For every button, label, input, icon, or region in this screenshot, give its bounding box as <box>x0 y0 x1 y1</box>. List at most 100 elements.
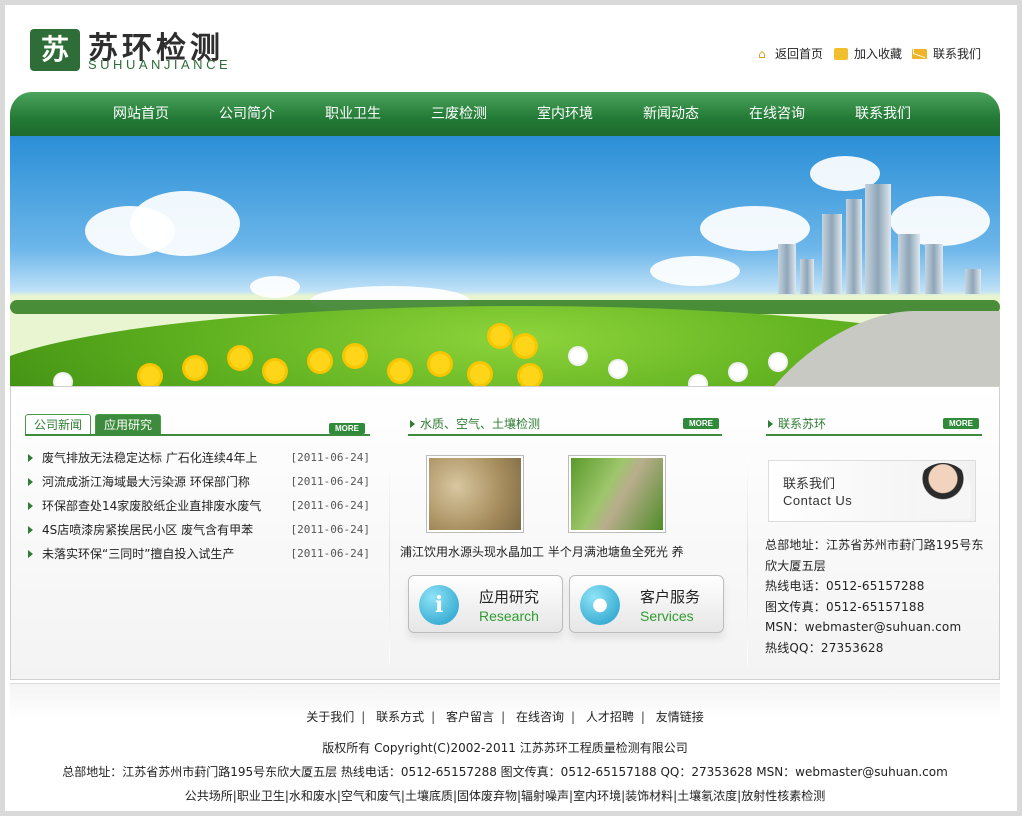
testing-section-title: 水质、空气、土壤检测 <box>408 414 722 436</box>
building <box>846 199 862 294</box>
nav-item-consulting[interactable]: 在线咨询 <box>724 92 830 136</box>
news-date: [2011-06-24] <box>290 475 370 488</box>
list-item[interactable]: 河流成浙江海域最大污染源 环保部门称 [2011-06-24] <box>25 470 370 494</box>
flower <box>230 348 250 368</box>
tab-applied-research[interactable]: 应用研究 <box>95 414 162 434</box>
news-section: 公司新闻 应用研究 MORE 废气排放无法稳定达标 广石化连续4年上 [2011… <box>25 414 370 566</box>
news-title: 未落实环保“三同时”擅自投入试生产 <box>25 542 234 566</box>
footer-link-friends[interactable]: 友情链接 <box>656 710 704 724</box>
services-button[interactable]: ● 客户服务 Services <box>569 575 724 633</box>
list-item[interactable]: 废气排放无法稳定达标 广石化连续4年上 [2011-06-24] <box>25 446 370 470</box>
operator-photo <box>915 463 971 519</box>
testing-thumbnail[interactable] <box>426 455 524 533</box>
contact-card-title: 联系我们 <box>783 477 836 492</box>
contact-info: 总部地址：江苏省苏州市葑门路195号东欣大厦五层 热线电话：0512-65157… <box>765 535 990 658</box>
contact-more-button[interactable]: MORE <box>943 418 979 429</box>
site-logo[interactable]: 苏 苏环检测 SUHUANJIANCE <box>30 27 315 75</box>
info-icon: i <box>419 585 459 625</box>
list-item[interactable]: 环保部查处14家废胶纸企业直排废水废气 [2011-06-24] <box>25 494 370 518</box>
nav-item-indoor-environment[interactable]: 室内环境 <box>512 92 618 136</box>
tab-company-news[interactable]: 公司新闻 <box>25 414 92 434</box>
building <box>822 214 842 294</box>
footer-link-contact[interactable]: 联系方式 <box>376 710 424 724</box>
daisy <box>610 361 626 377</box>
daisy <box>690 376 706 386</box>
cloud <box>130 191 240 256</box>
building <box>965 269 981 294</box>
cloud <box>250 276 300 298</box>
flower <box>185 358 205 378</box>
news-tabs: 公司新闻 应用研究 <box>25 414 370 436</box>
contact-us-card[interactable]: 联系我们 Contact Us <box>768 460 976 522</box>
testing-more-button[interactable]: MORE <box>683 418 719 429</box>
footer-address: 总部地址：江苏省苏州市葑门路195号东欣大厦五层 热线电话：0512-65157… <box>62 765 948 779</box>
lock-icon <box>833 47 848 60</box>
flower <box>470 364 490 384</box>
mail-icon <box>912 48 928 59</box>
daisy <box>55 374 71 386</box>
page-frame: 苏 苏环检测 SUHUANJIANCE ⌂ 返回首页 加入收藏 联系我们 网站首… <box>5 5 1017 811</box>
list-item[interactable]: 4S店喷漆房紧挨居民小区 废气含有甲苯 [2011-06-24] <box>25 518 370 542</box>
contact-link[interactable]: 联系我们 <box>912 45 981 62</box>
testing-scroll-text[interactable]: 浦江饮用水源头现水晶加工 半个月满池塘鱼全死光 养 <box>400 543 684 560</box>
news-title: 环保部查处14家废胶纸企业直排废水废气 <box>25 494 261 518</box>
nav-item-occupational-health[interactable]: 职业卫生 <box>300 92 406 136</box>
building <box>800 259 814 294</box>
footer-link-jobs[interactable]: 人才招聘 <box>586 710 634 724</box>
footer-copyright: 版权所有 Copyright(C)2002-2011 江苏苏环工程质量检测有限公… <box>322 741 688 755</box>
user-icon: ● <box>580 585 620 625</box>
news-date: [2011-06-24] <box>290 499 370 512</box>
services-button-label: 客户服务 <box>640 588 701 606</box>
footer-services[interactable]: 公共场所|职业卫生|水和废水|空气和废气|土壤底质|固体废弃物|辐射噪声|室内环… <box>10 787 1000 804</box>
column-divider <box>747 455 748 665</box>
research-button[interactable]: i 应用研究 Research <box>408 575 563 633</box>
daisy <box>770 354 786 370</box>
building <box>778 244 796 294</box>
research-button-sublabel: Research <box>479 608 539 624</box>
main-nav: 网站首页 公司简介 职业卫生 三废检测 室内环境 新闻动态 在线咨询 联系我们 <box>10 92 1000 136</box>
building <box>925 244 943 294</box>
contact-card-subtitle: Contact Us <box>783 493 853 508</box>
nav-item-waste-testing[interactable]: 三废检测 <box>406 92 512 136</box>
footer-link-message[interactable]: 客户留言 <box>446 710 494 724</box>
flower <box>515 336 535 356</box>
hero-banner <box>10 136 1000 386</box>
contact-link-label: 联系我们 <box>932 47 981 61</box>
news-more-button[interactable]: MORE <box>329 423 365 434</box>
bookmark-link[interactable]: 加入收藏 <box>833 45 902 62</box>
news-date: [2011-06-24] <box>290 523 370 536</box>
top-links: ⌂ 返回首页 加入收藏 联系我们 <box>754 45 981 62</box>
flower <box>265 361 285 381</box>
flower <box>390 361 410 381</box>
nav-item-news[interactable]: 新闻动态 <box>618 92 724 136</box>
contact-msn: MSN：webmaster@suhuan.com <box>765 620 962 634</box>
home-link[interactable]: ⌂ 返回首页 <box>754 45 823 62</box>
contact-qq: 热线QQ：27353628 <box>765 640 884 655</box>
nav-item-contact[interactable]: 联系我们 <box>830 92 936 136</box>
building <box>865 184 891 294</box>
soil-image <box>429 458 521 530</box>
footer-link-consulting[interactable]: 在线咨询 <box>516 710 564 724</box>
cloud <box>650 256 740 286</box>
nav-item-home[interactable]: 网站首页 <box>88 92 194 136</box>
bookmark-link-label: 加入收藏 <box>853 47 902 61</box>
building <box>898 234 920 294</box>
daisy <box>570 348 586 364</box>
footer-links: 关于我们 | 联系方式 | 客户留言 | 在线咨询 | 人才招聘 | 友情链接 <box>306 710 704 724</box>
flower <box>140 366 160 386</box>
flower <box>430 354 450 374</box>
nav-item-about[interactable]: 公司简介 <box>194 92 300 136</box>
column-divider <box>389 455 390 665</box>
footer-link-about[interactable]: 关于我们 <box>306 710 354 724</box>
services-button-sublabel: Services <box>640 608 694 624</box>
logo-mark-icon: 苏 <box>30 29 80 71</box>
logo-english-text: SUHUANJIANCE <box>88 57 232 72</box>
footer: 关于我们 | 联系方式 | 客户留言 | 在线咨询 | 人才招聘 | 友情链接 版权所有 … <box>10 683 1000 807</box>
contact-address: 总部地址：江苏省苏州市葑门路195号东欣大厦五层 <box>765 538 984 573</box>
testing-thumbnail[interactable] <box>568 455 666 533</box>
daisy <box>730 364 746 380</box>
list-item[interactable]: 未落实环保“三同时”擅自投入试生产 [2011-06-24] <box>25 542 370 566</box>
flower <box>520 366 540 386</box>
flower <box>345 346 365 366</box>
news-date: [2011-06-24] <box>290 547 370 560</box>
